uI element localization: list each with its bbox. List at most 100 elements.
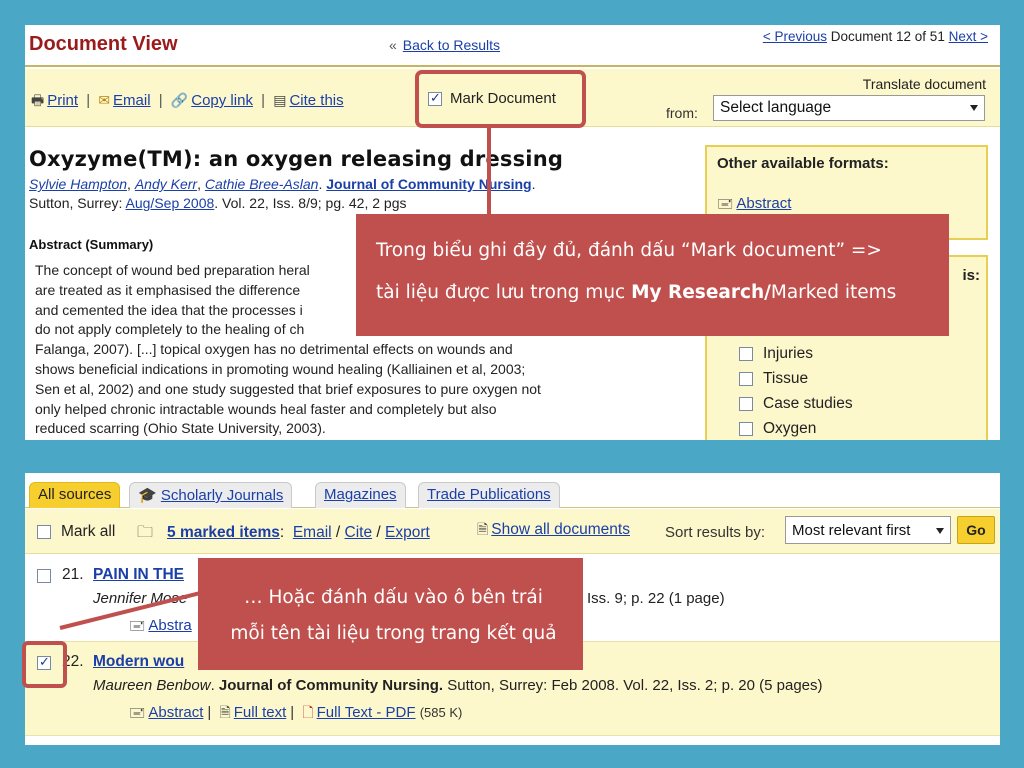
mark-all-label: Mark all (61, 523, 116, 540)
tab-magazines[interactable]: Magazines (315, 482, 406, 508)
export-link[interactable]: Export (385, 524, 430, 541)
tab-scholarly-journals[interactable]: 🎓 Scholarly Journals (129, 482, 293, 508)
journal-link[interactable]: Journal of Community Nursing (326, 176, 531, 192)
mark-all[interactable]: Mark all (37, 523, 115, 541)
tab-label[interactable]: Scholarly Journals (161, 487, 284, 504)
copy-link-link[interactable]: Copy link (191, 92, 253, 109)
author-link[interactable]: Cathie Bree-Aslan (205, 176, 319, 192)
sort-select-value: Most relevant first (792, 522, 911, 539)
marked-items-link[interactable]: 5 marked items (167, 524, 280, 541)
callout-line: mỗi tên tài liệu trong trang kết quả (230, 623, 557, 644)
show-all-documents-link[interactable]: Show all documents (491, 521, 630, 538)
source-suffix: . Vol. 22, Iss. 8/9; pg. 42, 2 pgs (214, 195, 407, 211)
subject-checkbox[interactable] (739, 397, 753, 411)
full-text-pdf-link[interactable]: Full Text - PDF (317, 704, 416, 721)
abstract-icon: 🖃 (129, 617, 146, 633)
marked-items: 🗀 5 marked items: Email / Cite / Export (137, 521, 430, 548)
envelope-icon: ✉ (98, 92, 111, 108)
chevron-down-icon (936, 528, 944, 534)
result-title-link[interactable]: Modern wou (93, 653, 184, 671)
cite-this-link[interactable]: Cite this (289, 92, 343, 109)
separator: | (158, 92, 163, 109)
abstract-line: shows beneficial indications in promotin… (35, 360, 526, 377)
from-label: from: (666, 105, 698, 121)
abstract-link[interactable]: Abstract (736, 195, 791, 212)
subject-item[interactable]: Injuries (739, 345, 813, 363)
subject-checkbox[interactable] (739, 372, 753, 386)
tab-label[interactable]: Trade Publications (427, 486, 551, 503)
pdf-size: (585 K) (419, 705, 463, 720)
document-position: Document 12 of 51 (830, 29, 945, 44)
subject-item[interactable]: Case studies (739, 395, 853, 413)
abstract-link[interactable]: Abstra (148, 617, 191, 634)
article-source: Sutton, Surrey: Aug/Sep 2008. Vol. 22, I… (29, 195, 407, 211)
subject-label: Injuries (763, 345, 813, 362)
result-journal: Journal of Community Nursing. (218, 677, 444, 694)
subject-label: Case studies (763, 395, 853, 412)
language-select-value: Select language (720, 99, 832, 116)
subject-label: Tissue (763, 370, 809, 387)
callout-line: tài liệu được lưu trong mục My Research/… (376, 272, 939, 314)
source-prefix: Sutton, Surrey: (29, 195, 123, 211)
folder-icon: 🗀 (137, 524, 154, 541)
pdf-icon: 🗋 (302, 704, 314, 720)
result-number: 21. (62, 566, 84, 583)
subjects-title: is: (962, 267, 980, 284)
callout-connector (487, 128, 491, 218)
abstract-line: only helped chronic intractable wounds h… (35, 400, 497, 417)
subject-item[interactable]: Oxygen (739, 420, 816, 438)
show-all-documents[interactable]: 🗎 Show all documents (477, 519, 630, 543)
print-link[interactable]: Print (47, 92, 78, 109)
result-author: Maureen Benbow (93, 677, 211, 694)
go-button[interactable]: Go (957, 516, 995, 544)
back-to-results: « Back to Results (389, 37, 500, 53)
abstract-heading: Abstract (Summary) (29, 237, 154, 252)
result-checkbox[interactable] (37, 569, 51, 583)
mark-document-highlight (415, 70, 586, 128)
previous-link[interactable]: < Previous (763, 29, 827, 44)
tab-all-sources[interactable]: All sources (29, 482, 121, 508)
other-formats-title: Other available formats: (717, 155, 889, 172)
email-link[interactable]: Email (293, 524, 332, 541)
results-toolbar: Mark all 🗀 5 marked items: Email / Cite /… (25, 509, 1000, 554)
result-links: 🖃 Abstract | 🗎 Full text | 🗋 Full Text - PDF … (129, 702, 462, 726)
full-text-link[interactable]: Full text (234, 704, 287, 721)
callout-line: … Hoặc đánh dấu vào ô bên trái (244, 587, 543, 608)
tab-label[interactable]: Magazines (324, 486, 397, 503)
issue-date-link[interactable]: Aug/Sep 2008 (126, 195, 215, 211)
next-link[interactable]: Next > (949, 29, 988, 44)
source-tabs: All sources 🎓 Scholarly Journals Magazin… (25, 473, 1000, 508)
subject-item[interactable]: Tissue (739, 370, 808, 388)
sort-select[interactable]: Most relevant first (785, 516, 951, 544)
colon: : (279, 524, 285, 541)
chevron-down-icon (970, 105, 978, 111)
author-link[interactable]: Sylvie Hampton (29, 176, 127, 192)
full-text-icon: 🗎 (219, 704, 231, 720)
abstract-line: Sen et al, 2002) and one study suggested… (35, 380, 541, 397)
author-link[interactable]: Andy Kerr (135, 176, 197, 192)
email-link[interactable]: Email (113, 92, 151, 109)
document-view-header: Document View « Back to Results < Previou… (25, 25, 1000, 67)
callout-result-checkbox: … Hoặc đánh dấu vào ô bên trái mỗi tên t… (198, 558, 583, 670)
translate-document-label: Translate document (862, 76, 986, 92)
printer-icon: 🖶 (31, 92, 45, 108)
back-to-results-link[interactable]: Back to Results (403, 37, 500, 53)
subject-checkbox[interactable] (739, 422, 753, 436)
callout-bold-text: My Research/ (631, 282, 771, 303)
result-checkbox-highlight (22, 641, 67, 688)
article-authors: Sylvie Hampton, Andy Kerr, Cathie Bree-A… (29, 176, 536, 192)
subject-checkbox[interactable] (739, 347, 753, 361)
result-title-link[interactable]: PAIN IN THE (93, 566, 184, 584)
language-select[interactable]: Select language (713, 95, 985, 121)
cite-link[interactable]: Cite (345, 524, 373, 541)
document-navigation: < Previous Document 12 of 51 Next > (728, 28, 988, 45)
result-links: 🖃 Abstra (129, 615, 192, 639)
result-meta-right: Iss. 9; p. 22 (1 page) (587, 590, 725, 607)
tab-label: All sources (38, 486, 112, 503)
double-left-arrow-icon: « (389, 37, 397, 53)
tab-trade-publications[interactable]: Trade Publications (418, 482, 560, 508)
mark-all-checkbox[interactable] (37, 525, 51, 539)
page-title: Document View (29, 33, 178, 55)
abstract-link[interactable]: Abstract (148, 704, 203, 721)
abstract-line: Falanga, 2007). [...] topical oxygen has… (35, 341, 513, 358)
